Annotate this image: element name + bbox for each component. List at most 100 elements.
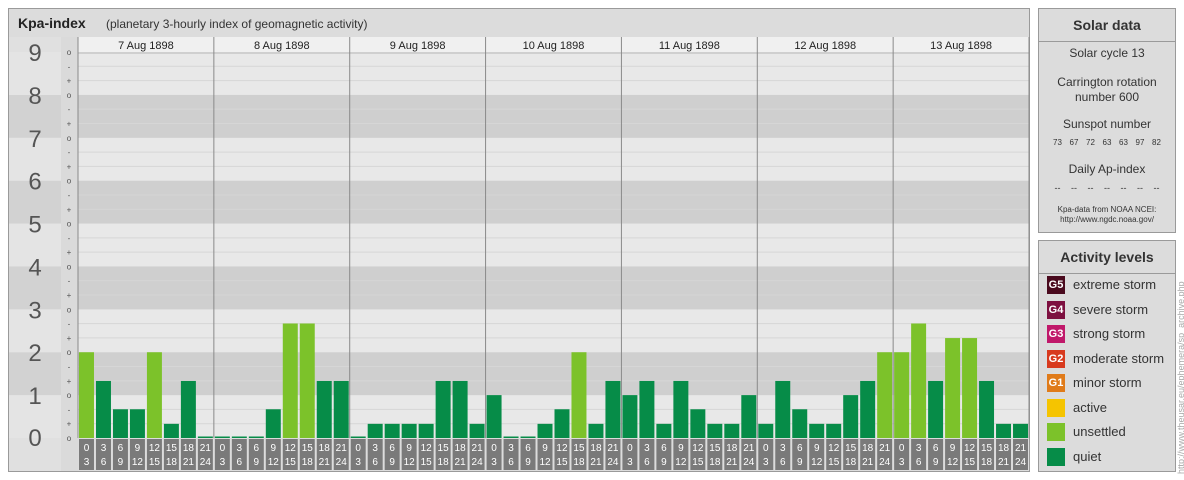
kp-bar — [571, 352, 587, 438]
kp-bar — [350, 436, 366, 438]
kp-bar — [384, 423, 400, 438]
interval-start-label: 9 — [678, 443, 684, 454]
interval-start-label: 0 — [491, 443, 497, 454]
solar-data-panel: Solar data Solar cycle 13 Carrington rot… — [1038, 8, 1176, 233]
interval-end-label: 6 — [780, 457, 786, 468]
interval-start-label: 9 — [271, 443, 277, 454]
grid-band — [78, 94, 1029, 138]
kp-bar — [367, 423, 383, 438]
interval-end-label: 15 — [964, 457, 976, 468]
interval-end-label: 9 — [118, 457, 124, 468]
minor-tick-label: - — [68, 105, 71, 114]
legend-label: strong storm — [1073, 326, 1146, 341]
interval-end-label: 12 — [539, 457, 551, 468]
interval-start-label: 0 — [627, 443, 633, 454]
kp-bar — [843, 395, 859, 438]
grid-band — [78, 223, 1029, 267]
interval-start-label: 12 — [692, 443, 704, 454]
interval-end-label: 24 — [1015, 457, 1027, 468]
interval-end-label: 21 — [455, 457, 467, 468]
kp-bar — [129, 409, 145, 438]
kp-bar — [605, 380, 621, 438]
interval-start-label: 21 — [879, 443, 891, 454]
kp-bar — [554, 409, 570, 438]
kp-bar — [112, 409, 128, 438]
minor-tick-label: o — [67, 48, 72, 57]
interval-start-label: 18 — [183, 443, 195, 454]
minor-tick-label: o — [67, 434, 72, 443]
day-label: 13 Aug 1898 — [930, 40, 992, 52]
interval-end-label: 12 — [268, 457, 280, 468]
interval-end-label: 18 — [981, 457, 993, 468]
kp-bar — [979, 380, 995, 438]
minor-tick-label: - — [68, 405, 71, 414]
minor-tick-label: - — [68, 191, 71, 200]
interval-end-label: 15 — [692, 457, 704, 468]
sunspot-values: 73 67 72 63 63 97 82 — [1039, 138, 1175, 147]
kp-bar — [197, 436, 213, 438]
kp-bar — [163, 423, 179, 438]
minor-tick-label: + — [67, 334, 72, 343]
carrington-rotation-number: number 600 — [1074, 90, 1140, 104]
interval-start-label: 12 — [285, 443, 297, 454]
interval-start-label: 9 — [135, 443, 141, 454]
interval-start-label: 6 — [797, 443, 803, 454]
interval-end-label: 15 — [149, 457, 161, 468]
interval-end-label: 12 — [132, 457, 144, 468]
solar-title-divider — [1039, 41, 1175, 42]
interval-start-label: 15 — [981, 443, 993, 454]
legend-swatch: G5 — [1047, 276, 1065, 294]
y-tick-label: 2 — [28, 340, 41, 367]
y-tick-label: 7 — [28, 126, 41, 153]
interval-end-label: 24 — [743, 457, 755, 468]
y-tick-label: 4 — [28, 254, 41, 281]
y-tick-label: 6 — [28, 169, 41, 196]
interval-start-label: 3 — [644, 443, 650, 454]
interval-end-label: 12 — [675, 457, 687, 468]
data-source-link[interactable]: http://www.ngdc.noaa.gov/ — [1039, 215, 1175, 224]
grid-band — [78, 266, 1029, 310]
interval-end-label: 21 — [590, 457, 602, 468]
interval-start-label: 15 — [845, 443, 857, 454]
minor-tick-label: o — [67, 262, 72, 271]
credit-url: http://www.theusar.eu/ephemera/sp_archiv… — [1176, 281, 1184, 474]
interval-start-label: 21 — [472, 443, 484, 454]
interval-start-label: 15 — [573, 443, 585, 454]
minor-tick-label: o — [67, 348, 72, 357]
interval-end-label: 21 — [998, 457, 1010, 468]
kp-bar — [146, 352, 162, 438]
y-tick-label: 5 — [28, 212, 41, 239]
interval-start-label: 3 — [237, 443, 243, 454]
minor-tick-label: + — [67, 162, 72, 171]
interval-start-label: 3 — [508, 443, 514, 454]
carrington-rotation-label: Carrington rotation — [1057, 75, 1157, 89]
kp-bar — [860, 380, 876, 438]
interval-end-label: 9 — [389, 457, 395, 468]
interval-start-label: 3 — [780, 443, 786, 454]
minor-tick-label: o — [67, 391, 72, 400]
legend-label: unsettled — [1073, 424, 1126, 439]
sunspot-value: 73 — [1053, 138, 1062, 147]
sunspot-value: 97 — [1135, 138, 1145, 147]
grid-band — [78, 309, 1029, 353]
interval-end-label: 3 — [84, 457, 90, 468]
interval-end-label: 15 — [828, 457, 840, 468]
interval-start-label: 12 — [421, 443, 433, 454]
interval-end-label: 9 — [661, 457, 667, 468]
interval-start-label: 18 — [998, 443, 1010, 454]
interval-end-label: 12 — [811, 457, 823, 468]
kp-bar — [741, 395, 757, 438]
day-label: 12 Aug 1898 — [794, 40, 856, 52]
interval-start-label: 18 — [319, 443, 331, 454]
kp-bar — [401, 423, 417, 438]
kp-bar — [673, 380, 689, 438]
y-tick-label: 9 — [28, 40, 41, 67]
kp-bar — [248, 436, 264, 438]
interval-end-label: 18 — [438, 457, 450, 468]
kp-bar — [231, 436, 247, 438]
interval-end-label: 18 — [302, 457, 314, 468]
kp-bar — [180, 380, 196, 438]
day-label: 9 Aug 1898 — [390, 40, 446, 52]
interval-end-label: 21 — [862, 457, 874, 468]
interval-start-label: 18 — [590, 443, 602, 454]
